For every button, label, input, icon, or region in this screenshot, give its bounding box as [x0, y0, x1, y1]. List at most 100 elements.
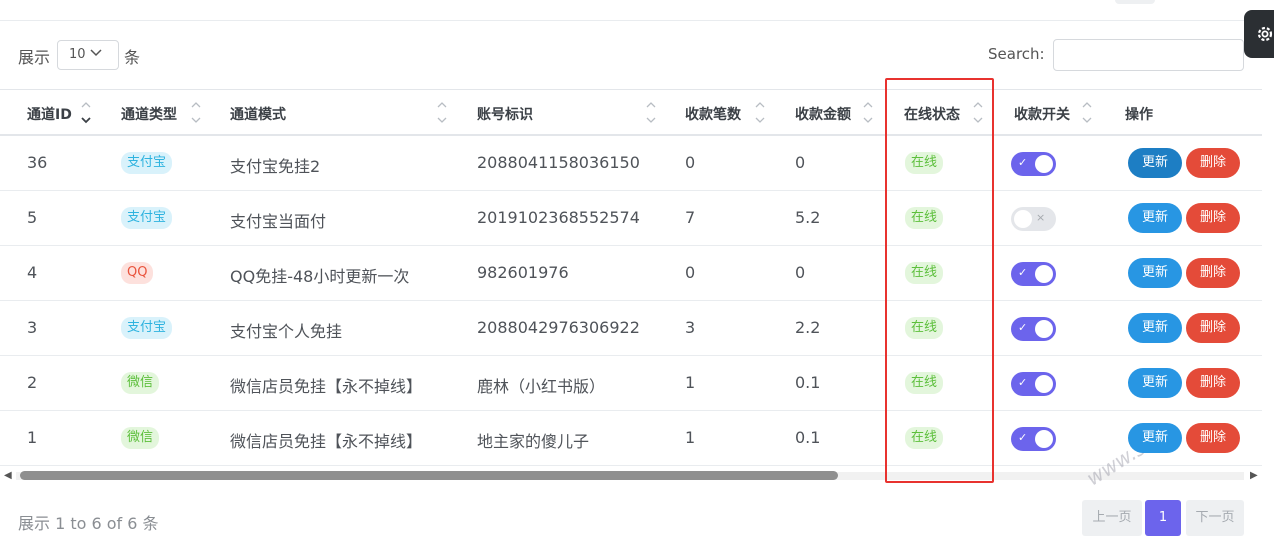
- type-badge: QQ: [121, 262, 154, 284]
- sort-icon: [191, 102, 201, 123]
- table-row: 2 微信 微信店员免挂【永不掉线】 鹿林（小红书版） 1 0.1 在线 ✓: [0, 355, 1262, 411]
- update-button[interactable]: 更新: [1128, 368, 1182, 398]
- col-header-count[interactable]: 收款笔数: [667, 89, 777, 136]
- payment-amount: 5.2: [795, 208, 821, 227]
- toggle-knob: [1035, 375, 1053, 393]
- table-row: 3 支付宝 支付宝个人免挂 2088042976306922 3 2.2 在线 ✓: [0, 300, 1262, 356]
- payment-toggle[interactable]: ✓: [1011, 262, 1056, 286]
- cell-switch: ✓: [996, 355, 1110, 411]
- table-row: 4 QQ QQ免挂-48小时更新一次 982601976 0 0 在线 ✓: [0, 245, 1262, 301]
- col-header-account[interactable]: 账号标识: [459, 89, 667, 136]
- toggle-knob: [1035, 430, 1053, 448]
- search-label: Search:: [988, 45, 1045, 63]
- cell-mode: 支付宝个人免挂: [212, 300, 459, 356]
- cell-amount: 0: [777, 245, 886, 301]
- cell-id: 3: [0, 300, 102, 356]
- cell-amount: 2.2: [777, 300, 886, 356]
- payment-toggle[interactable]: ✓: [1011, 152, 1056, 176]
- payment-toggle[interactable]: ✓: [1011, 427, 1056, 451]
- cell-switch: ✓: [996, 300, 1110, 356]
- horizontal-scrollbar[interactable]: ◀ ▶: [0, 467, 1262, 484]
- gear-icon: [1257, 26, 1273, 42]
- toggle-knob: [1035, 155, 1053, 173]
- cell-type: 支付宝: [102, 190, 212, 246]
- cell-switch: ✓: [996, 135, 1110, 191]
- payment-count: 7: [685, 208, 696, 227]
- payment-toggle[interactable]: ×: [1011, 207, 1056, 231]
- sort-icon: [863, 102, 873, 123]
- cell-count: 3: [667, 300, 777, 356]
- toggle-knob: [1035, 320, 1053, 338]
- payment-count: 3: [685, 318, 696, 337]
- delete-button[interactable]: 删除: [1186, 423, 1240, 453]
- toggle-knob: [1014, 210, 1032, 228]
- channel-mode: 支付宝免挂2: [230, 157, 321, 176]
- page-length-select[interactable]: 10: [57, 40, 119, 70]
- cell-id: 36: [0, 135, 102, 191]
- payment-amount: 0: [795, 153, 806, 172]
- cell-mode: 微信店员免挂【永不掉线】: [212, 355, 459, 411]
- top-divider: [0, 20, 1274, 21]
- cell-amount: 5.2: [777, 190, 886, 246]
- cell-mode: 支付宝免挂2: [212, 135, 459, 191]
- table-row: 36 支付宝 支付宝免挂2 2088041158036150 0 0 在线 ✓: [0, 135, 1262, 191]
- update-button[interactable]: 更新: [1128, 313, 1182, 343]
- scroll-thumb[interactable]: [20, 471, 838, 480]
- cell-account: 2088042976306922: [459, 300, 667, 356]
- cell-count: 7: [667, 190, 777, 246]
- channel-id: 4: [27, 263, 38, 282]
- update-button[interactable]: 更新: [1128, 423, 1182, 453]
- payment-amount: 2.2: [795, 318, 821, 337]
- delete-button[interactable]: 删除: [1186, 313, 1240, 343]
- delete-button[interactable]: 删除: [1186, 368, 1240, 398]
- cell-switch: ✓: [996, 410, 1110, 466]
- delete-button[interactable]: 删除: [1186, 148, 1240, 178]
- delete-button[interactable]: 删除: [1186, 258, 1240, 288]
- scroll-right-arrow-icon[interactable]: ▶: [1250, 470, 1258, 481]
- payment-count: 0: [685, 263, 696, 282]
- scroll-left-arrow-icon[interactable]: ◀: [4, 470, 12, 481]
- channel-mode: 微信店员免挂【永不掉线】: [230, 432, 423, 451]
- payment-toggle[interactable]: ✓: [1011, 317, 1056, 341]
- col-header-id[interactable]: 通道ID: [0, 89, 102, 136]
- channel-mode: QQ免挂-48小时更新一次: [230, 267, 410, 286]
- account-id: 2088042976306922: [477, 318, 640, 337]
- status-column-highlight: [885, 78, 994, 483]
- channel-id: 2: [27, 373, 38, 392]
- col-header-type[interactable]: 通道类型: [102, 89, 212, 136]
- table-header-row: 通道ID 通道类型 通道模式 账号标识 收款笔数 收款金额 在线状态 收款开关 …: [0, 89, 1262, 136]
- update-button[interactable]: 更新: [1128, 148, 1182, 178]
- col-header-amount[interactable]: 收款金额: [777, 89, 886, 136]
- update-button[interactable]: 更新: [1128, 258, 1182, 288]
- length-label: 展示: [18, 48, 51, 67]
- cell-type: QQ: [102, 245, 212, 301]
- delete-button[interactable]: 删除: [1186, 203, 1240, 233]
- cell-count: 0: [667, 245, 777, 301]
- page-length-value: 10: [69, 47, 86, 62]
- check-icon: ✓: [1018, 156, 1028, 169]
- col-header-switch[interactable]: 收款开关: [996, 89, 1110, 136]
- payment-amount: 0: [795, 263, 806, 282]
- cell-type: 支付宝: [102, 135, 212, 191]
- payment-toggle[interactable]: ✓: [1011, 372, 1056, 396]
- pagination-next[interactable]: 下一页: [1186, 500, 1244, 536]
- payment-amount: 0.1: [795, 373, 821, 392]
- channel-mode: 支付宝当面付: [230, 212, 327, 231]
- check-icon: ✓: [1018, 431, 1028, 444]
- cell-count: 1: [667, 355, 777, 411]
- pagination-prev[interactable]: 上一页: [1082, 500, 1142, 536]
- table-row: 1 微信 微信店员免挂【永不掉线】 地主家的傻儿子 1 0.1 在线 ✓: [0, 410, 1262, 466]
- cell-mode: QQ免挂-48小时更新一次: [212, 245, 459, 301]
- channel-id: 5: [27, 208, 38, 227]
- update-button[interactable]: 更新: [1128, 203, 1182, 233]
- toggle-knob: [1035, 265, 1053, 283]
- col-header-mode[interactable]: 通道模式: [212, 89, 459, 136]
- search-input[interactable]: [1053, 39, 1244, 71]
- sort-icon: [437, 102, 447, 123]
- pagination-page-1[interactable]: 1: [1145, 500, 1181, 536]
- table-controls: 展示 10 条 Search:: [0, 34, 1274, 74]
- check-icon: ✓: [1018, 321, 1028, 334]
- settings-tab[interactable]: [1244, 10, 1274, 58]
- cell-type: 微信: [102, 355, 212, 411]
- payment-count: 0: [685, 153, 696, 172]
